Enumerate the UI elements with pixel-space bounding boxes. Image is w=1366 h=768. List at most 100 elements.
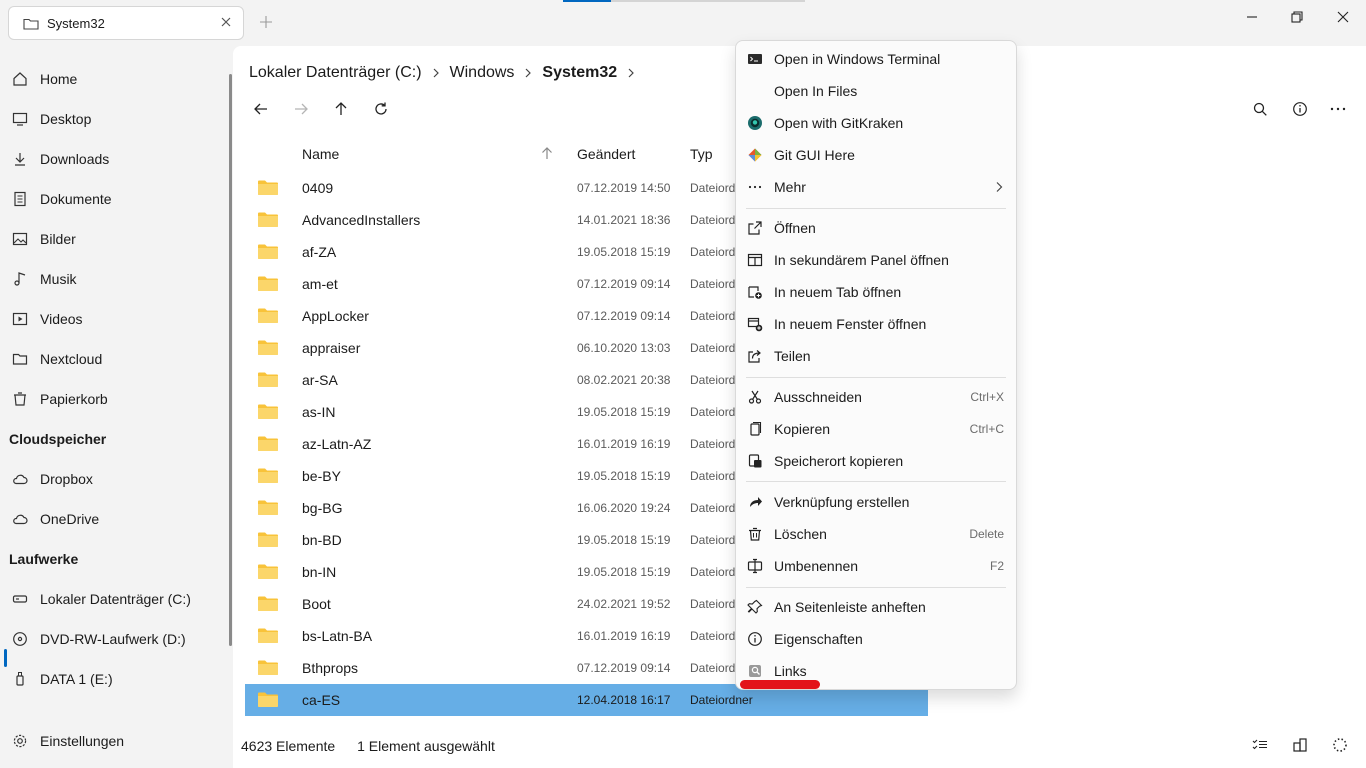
menu-item-kopieren[interactable]: Kopieren Ctrl+C [736, 413, 1016, 445]
column-header-type[interactable]: Typ [690, 146, 713, 164]
folder-icon [257, 531, 279, 548]
menu-item-in-neuem-fenster-öffnen[interactable]: In neuem Fenster öffnen [736, 308, 1016, 340]
menu-item-verknüpfung-erstellen[interactable]: Verknüpfung erstellen [736, 486, 1016, 518]
layout-icon[interactable] [1291, 736, 1309, 754]
menu-item-open-with-gitkraken[interactable]: Open with GitKraken [736, 107, 1016, 139]
refresh-icon[interactable] [372, 100, 390, 118]
file-name: AdvancedInstallers [302, 212, 421, 228]
sidebar-item-drive-c[interactable]: Lokaler Datenträger (C:) [0, 581, 226, 617]
folder-icon [257, 435, 279, 452]
title-bar: System32 [0, 0, 1366, 46]
menu-item-öffnen[interactable]: Öffnen [736, 212, 1016, 244]
menu-item-git-gui-here[interactable]: Git GUI Here [736, 139, 1016, 171]
tab-title: System32 [47, 15, 105, 31]
search-icon[interactable] [1251, 100, 1269, 118]
menu-item-in-neuem-tab-öffnen[interactable]: In neuem Tab öffnen [736, 276, 1016, 308]
up-arrow-icon[interactable] [332, 100, 350, 118]
music-icon [14, 272, 26, 286]
close-icon[interactable] [219, 15, 233, 29]
breadcrumb-item[interactable]: Lokaler Datenträger (C:) [249, 64, 422, 82]
restore-icon[interactable] [1288, 8, 1306, 26]
menu-item-an-seitenleiste-anheften[interactable]: An Seitenleiste anheften [736, 591, 1016, 623]
menu-item-label: An Seitenleiste anheften [774, 599, 926, 615]
sidebar-item-settings[interactable]: Einstellungen [0, 723, 226, 759]
file-name: af-ZA [302, 244, 337, 260]
menu-item-label: Öffnen [774, 220, 816, 236]
menu-item-umbenennen[interactable]: Umbenennen F2 [736, 550, 1016, 582]
folder-icon [257, 691, 279, 708]
forward-arrow-icon[interactable] [292, 100, 310, 118]
back-arrow-icon[interactable] [252, 100, 270, 118]
desktop-icon [12, 112, 28, 126]
sidebar-item-dropbox[interactable]: Dropbox [0, 461, 226, 497]
disc-icon [13, 632, 27, 646]
drive-icon [12, 595, 28, 603]
folder-icon [257, 467, 279, 484]
minimize-icon[interactable] [1243, 8, 1261, 26]
chevron-right-icon[interactable] [627, 68, 635, 78]
file-date: 07.12.2019 09:14 [577, 277, 671, 291]
loading-icon[interactable] [1331, 736, 1349, 754]
file-name: bg-BG [302, 500, 343, 516]
drag-accent [563, 0, 611, 2]
file-date: 16.06.2020 19:24 [577, 501, 671, 515]
open-icon [748, 221, 762, 235]
sidebar-item-videos[interactable]: Videos [0, 301, 226, 337]
close-window-icon[interactable] [1334, 8, 1352, 26]
sidebar-item-label: Dokumente [40, 191, 112, 207]
file-date: 07.12.2019 09:14 [577, 309, 671, 323]
selection-count: 1 Element ausgewählt [357, 738, 495, 754]
checklist-icon[interactable] [1251, 736, 1269, 754]
file-date: 08.02.2021 20:38 [577, 373, 671, 387]
sidebar-item-label: DVD-RW-Laufwerk (D:) [40, 631, 186, 647]
sidebar-item-musik[interactable]: Musik [0, 261, 226, 297]
sidebar-item-nextcloud[interactable]: Nextcloud [0, 341, 226, 377]
menu-item-speicherort-kopieren[interactable]: Speicherort kopieren [736, 445, 1016, 477]
file-name: ar-SA [302, 372, 338, 388]
menu-item-open-in-files[interactable]: Open In Files [736, 75, 1016, 107]
folder-icon [257, 563, 279, 580]
sidebar-item-bilder[interactable]: Bilder [0, 221, 226, 257]
plus-icon[interactable] [259, 15, 273, 29]
breadcrumb-item[interactable]: Windows [450, 64, 515, 82]
breadcrumb-current[interactable]: System32 [542, 64, 617, 82]
more-icon[interactable] [1329, 100, 1347, 118]
menu-item-mehr[interactable]: Mehr [736, 171, 1016, 203]
folder-icon [12, 353, 28, 365]
sidebar-item-drive-e[interactable]: DATA 1 (E:) [0, 661, 226, 697]
menu-item-eigenschaften[interactable]: Eigenschaften [736, 623, 1016, 655]
menu-item-label: Speicherort kopieren [774, 453, 904, 469]
menu-item-label: Teilen [774, 348, 811, 364]
file-date: 16.01.2019 16:19 [577, 629, 671, 643]
sidebar-item-papierkorb[interactable]: Papierkorb [0, 381, 226, 417]
sidebar-scrollbar[interactable] [229, 74, 232, 646]
status-bar: 4623 Elemente 1 Element ausgewählt [241, 738, 513, 754]
sort-ascending-icon[interactable] [541, 146, 553, 160]
sidebar-item-drive-d[interactable]: DVD-RW-Laufwerk (D:) [0, 621, 226, 657]
menu-item-teilen[interactable]: Teilen [736, 340, 1016, 372]
more-icon [748, 185, 762, 189]
sidebar-item-downloads[interactable]: Downloads [0, 141, 226, 177]
info-icon[interactable] [1291, 100, 1309, 118]
file-type: Dateiordner [690, 693, 753, 707]
sidebar-item-home[interactable]: Home [0, 61, 226, 97]
tab-system32[interactable]: System32 [8, 6, 244, 40]
sidebar-item-label: Bilder [40, 231, 76, 247]
file-name: az-Latn-AZ [302, 436, 372, 452]
sidebar-item-dokumente[interactable]: Dokumente [0, 181, 226, 217]
folder-icon [257, 659, 279, 676]
menu-item-in-sekundärem-panel-öffnen[interactable]: In sekundärem Panel öffnen [736, 244, 1016, 276]
sidebar-item-label: Nextcloud [40, 351, 103, 367]
column-header-modified[interactable]: Geändert [577, 146, 635, 164]
folder-icon [257, 275, 279, 292]
menu-item-label: Verknüpfung erstellen [774, 494, 910, 510]
gitkraken-icon [748, 116, 762, 130]
sidebar-item-onedrive[interactable]: OneDrive [0, 501, 226, 537]
menu-item-ausschneiden[interactable]: Ausschneiden Ctrl+X [736, 381, 1016, 413]
shortcut-hint: Delete [969, 527, 1004, 541]
column-header-name[interactable]: Name [302, 146, 339, 164]
dual-pane-icon [747, 253, 763, 267]
menu-item-open-in-windows-terminal[interactable]: Open in Windows Terminal [736, 43, 1016, 75]
menu-item-löschen[interactable]: Löschen Delete [736, 518, 1016, 550]
sidebar-item-desktop[interactable]: Desktop [0, 101, 226, 137]
